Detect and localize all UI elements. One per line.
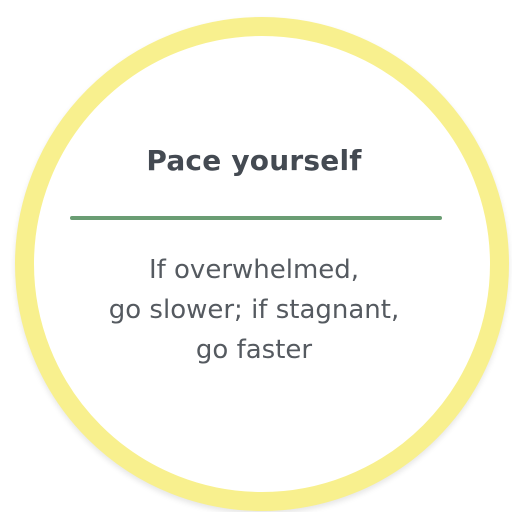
body-line: go slower; if stagnant,	[108, 295, 400, 325]
tip-card: Pace yourself If overwhelmed, go slower;…	[0, 0, 512, 512]
title-divider	[70, 216, 442, 220]
body-line: go faster	[195, 335, 313, 365]
body-line: If overwhelmed,	[148, 255, 360, 285]
card-body: If overwhelmed, go slower; if stagnant, …	[0, 250, 508, 370]
card-title: Pace yourself	[146, 144, 362, 177]
